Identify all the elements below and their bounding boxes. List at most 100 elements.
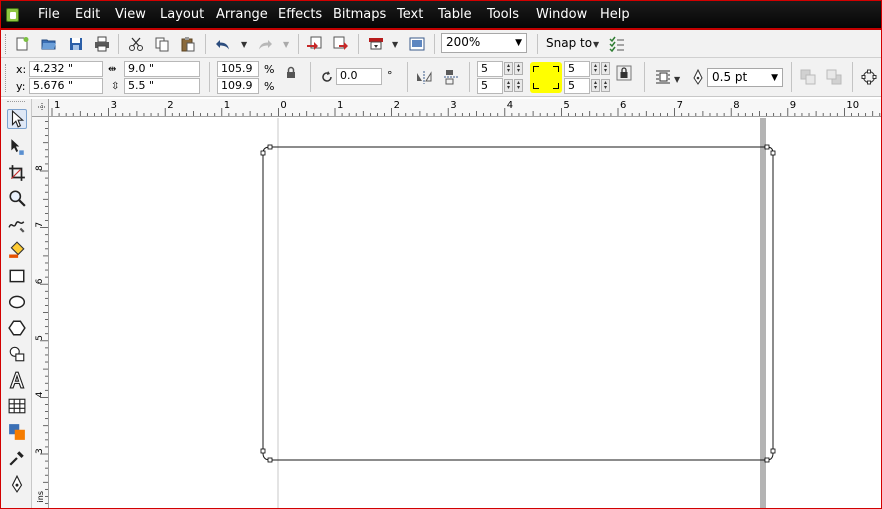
menu-tools[interactable]: Tools <box>487 7 519 23</box>
y-position-label: y: <box>16 80 26 93</box>
eyedropper-tool-icon[interactable] <box>7 448 27 468</box>
ruler-origin[interactable] <box>32 99 49 117</box>
redo-dropdown-icon[interactable]: ▼ <box>283 40 289 49</box>
menu-help[interactable]: Help <box>600 7 630 23</box>
wrap-text-icon[interactable] <box>654 68 672 86</box>
snap-to-button[interactable]: Snap to <box>546 37 592 50</box>
export-icon[interactable] <box>332 35 350 53</box>
vertical-ruler[interactable]: 8 7 6 5 4 3 ins <box>32 117 49 508</box>
node-handle[interactable] <box>770 150 776 156</box>
print-icon[interactable] <box>93 35 111 53</box>
scale-y-field[interactable]: 109.9 <box>217 78 259 94</box>
width-field[interactable]: 9.0 " <box>124 61 200 77</box>
rotation-field[interactable]: 0.0 <box>336 68 382 85</box>
to-back-icon[interactable] <box>825 68 843 86</box>
undo-icon[interactable] <box>214 35 232 53</box>
menu-text[interactable]: Text <box>397 7 423 23</box>
mirror-vertical-icon[interactable] <box>442 68 460 86</box>
ruler-label: 9 <box>790 100 796 111</box>
corner-top-left-spinner-alt[interactable]: ▴ ▾ <box>514 62 523 75</box>
node-handle[interactable] <box>770 448 776 454</box>
launcher-dropdown-icon[interactable]: ▼ <box>392 40 398 49</box>
outline-tool-icon[interactable] <box>7 474 27 494</box>
height-field[interactable]: 5.5 " <box>124 78 200 94</box>
corner-bottom-right-spinner[interactable]: ▴ ▾ <box>591 79 600 92</box>
polygon-tool-icon[interactable] <box>7 318 27 338</box>
corner-radius-top-left-field[interactable]: 5 <box>477 61 503 77</box>
convert-to-curves-icon[interactable] <box>860 68 878 86</box>
save-icon[interactable] <box>67 35 85 53</box>
menu-bitmaps[interactable]: Bitmaps <box>333 7 386 23</box>
node-handle[interactable] <box>267 457 273 463</box>
menu-layout[interactable]: Layout <box>160 7 204 23</box>
edit-corners-together-highlight[interactable] <box>530 62 562 93</box>
mirror-horizontal-icon[interactable] <box>415 68 433 86</box>
wrap-text-dropdown-icon[interactable]: ▼ <box>674 75 680 84</box>
lock-ratio-icon[interactable] <box>282 64 300 82</box>
menu-table[interactable]: Table <box>438 7 472 23</box>
text-tool-icon[interactable] <box>7 370 27 390</box>
menu-file[interactable]: File <box>38 7 60 23</box>
table-tool-icon[interactable] <box>7 396 27 416</box>
horizontal-ruler[interactable]: 1 3 2 1 0 1 2 3 4 5 6 7 8 9 10 <box>49 99 881 117</box>
node-handle[interactable] <box>764 457 770 463</box>
paste-icon[interactable] <box>179 35 197 53</box>
copy-icon[interactable] <box>153 35 171 53</box>
freehand-tool-icon[interactable] <box>7 214 27 234</box>
menu-view[interactable]: View <box>115 7 146 23</box>
round-corners-lock-icon[interactable] <box>615 64 633 82</box>
shape-tool-icon[interactable] <box>7 137 27 157</box>
rounded-rectangle-object[interactable] <box>262 146 774 461</box>
toolbar-grip[interactable] <box>5 34 8 54</box>
corner-top-left-spinner[interactable]: ▴ ▾ <box>504 62 513 75</box>
menu-edit[interactable]: Edit <box>75 7 100 23</box>
corner-bracket-icon <box>533 66 539 72</box>
undo-dropdown-icon[interactable]: ▼ <box>241 40 247 49</box>
menu-effects[interactable]: Effects <box>278 7 322 23</box>
node-handle[interactable] <box>764 144 770 150</box>
drawing-canvas[interactable] <box>50 118 881 508</box>
corner-top-right-spinner-alt[interactable]: ▴ ▾ <box>601 62 610 75</box>
zoom-tool-icon[interactable] <box>7 188 27 208</box>
crop-tool-icon[interactable] <box>7 163 27 183</box>
ruler-label: 0 <box>280 100 286 111</box>
import-icon[interactable] <box>305 35 323 53</box>
scale-x-field[interactable]: 105.9 <box>217 61 259 77</box>
node-handle[interactable] <box>260 448 266 454</box>
cut-icon[interactable] <box>127 35 145 53</box>
smart-fill-tool-icon[interactable] <box>7 240 27 260</box>
zoom-level-value: 200% <box>446 35 481 49</box>
snap-options-icon[interactable] <box>608 35 626 53</box>
redo-icon[interactable] <box>256 35 274 53</box>
corner-bottom-right-spinner-alt[interactable]: ▴ ▾ <box>601 79 610 92</box>
to-front-icon[interactable] <box>799 68 817 86</box>
y-position-field[interactable]: 5.676 " <box>29 78 103 94</box>
x-position-field[interactable]: 4.232 " <box>29 61 103 77</box>
zoom-level-combo[interactable]: 200% ▼ <box>441 33 527 53</box>
menu-window[interactable]: Window <box>536 7 587 23</box>
corner-top-right-spinner[interactable]: ▴ ▾ <box>591 62 600 75</box>
ruler-label: 1 <box>224 100 230 111</box>
outline-pen-icon <box>689 68 707 86</box>
corner-bottom-left-spinner[interactable]: ▴ ▾ <box>504 79 513 92</box>
corner-bottom-left-spinner-alt[interactable]: ▴ ▾ <box>514 79 523 92</box>
node-handle[interactable] <box>267 144 273 150</box>
menu-arrange[interactable]: Arrange <box>216 7 268 23</box>
toolbar-grip[interactable] <box>5 64 8 92</box>
pick-tool-icon[interactable] <box>7 109 27 129</box>
snap-to-dropdown-icon[interactable]: ▼ <box>593 40 599 49</box>
outline-width-combo[interactable]: 0.5 pt ▼ <box>707 68 783 87</box>
corner-radius-bottom-right-field[interactable]: 5 <box>564 78 590 94</box>
node-handle[interactable] <box>260 150 266 156</box>
basic-shapes-tool-icon[interactable] <box>7 344 27 364</box>
ellipse-tool-icon[interactable] <box>7 292 27 312</box>
corner-radius-top-right-field[interactable]: 5 <box>564 61 590 77</box>
new-document-icon[interactable] <box>13 35 31 53</box>
corner-radius-bottom-left-field[interactable]: 5 <box>477 78 503 94</box>
ruler-label: 1 <box>337 100 343 111</box>
application-launcher-icon[interactable] <box>367 35 385 53</box>
rectangle-tool-icon[interactable] <box>7 266 27 286</box>
open-icon[interactable] <box>40 35 58 53</box>
welcome-screen-icon[interactable] <box>408 35 426 53</box>
interactive-effects-tool-icon[interactable] <box>7 422 27 442</box>
